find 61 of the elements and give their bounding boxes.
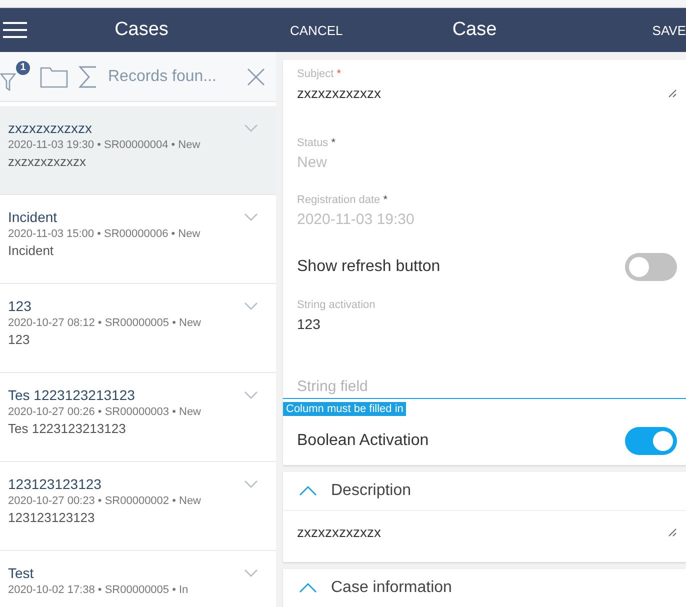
section-header[interactable]: Description	[283, 472, 686, 511]
save-button[interactable]: SAVE	[652, 22, 686, 38]
chevron-down-icon[interactable]	[244, 124, 258, 132]
resize-grip-icon[interactable]	[667, 88, 677, 98]
error-message: Column must be filled in	[283, 402, 406, 416]
filter-count-badge: 1	[16, 60, 30, 74]
field-label: String activation	[297, 299, 376, 311]
case-title: 123	[8, 298, 32, 314]
input-field: 2020-11-03 19:30	[297, 206, 677, 237]
sum-icon[interactable]	[78, 64, 98, 88]
section-title: Description	[331, 482, 412, 500]
section-title: Case information	[331, 579, 452, 597]
case-meta: 2020-10-27 00:23 • SR00000002 • New	[8, 495, 202, 507]
cancel-button[interactable]: CANCEL	[290, 22, 343, 38]
field-label: Status *	[297, 137, 337, 149]
field-label: Subject *	[297, 68, 342, 80]
input-field: New	[297, 149, 677, 180]
case-list-item[interactable]: 123123123123 2020-10-27 00:23 • SR00000002 • New 123123123123	[0, 462, 276, 551]
input-field[interactable]: 123	[297, 311, 677, 350]
resize-grip-icon[interactable]	[667, 527, 677, 537]
section-header[interactable]: Case information	[283, 569, 686, 607]
toggle-label: Show refresh button	[297, 258, 440, 276]
case-title: Tes 1223123213123	[8, 387, 135, 403]
chevron-down-icon[interactable]	[244, 391, 258, 399]
case-title: Test	[8, 565, 34, 581]
case-list-item[interactable]: Incident 2020-11-03 15:00 • SR00000006 • New Incident	[0, 195, 276, 284]
case-description: Tes 1223123213123	[8, 421, 127, 436]
case-description: Incident	[8, 243, 55, 258]
case-meta: 2020-11-03 19:30 • SR00000004 • New	[8, 139, 202, 151]
case-title: 123123123123	[8, 476, 102, 492]
chevron-down-icon[interactable]	[244, 213, 258, 221]
list-title: Cases	[114, 19, 170, 41]
toggle-label: Boolean Activation	[297, 432, 429, 450]
case-list-item[interactable]: Tes 1223123213123 2020-10-27 00:26 • SR00000003 • New Tes 1223123213123	[0, 373, 276, 462]
close-icon[interactable]	[246, 66, 266, 86]
case-meta: 2020-10-27 08:12 • SR00000005 • New	[8, 317, 202, 329]
records-found-text: Records foun...	[108, 68, 218, 86]
case-meta: 2020-10-27 00:26 • SR00000003 • New	[8, 406, 202, 418]
case-description: 123123123123	[8, 510, 96, 525]
chevron-down-icon[interactable]	[244, 302, 258, 310]
chevron-down-icon[interactable]	[244, 480, 258, 488]
case-description: 123	[8, 332, 31, 347]
case-list-item[interactable]: zxzxzxzxzxzx 2020-11-03 19:30 • SR00000004 • New zxzxzxzxzxzx	[0, 106, 276, 195]
description-field[interactable]: zxzxzxzxzxzx	[297, 519, 677, 558]
case-title: Incident	[8, 209, 58, 225]
chevron-down-icon[interactable]	[244, 569, 258, 577]
case-title: zxzxzxzxzxzx	[8, 120, 92, 136]
menu-icon[interactable]	[3, 21, 27, 39]
chevron-up-icon[interactable]	[299, 486, 317, 496]
toggle-switch[interactable]	[625, 427, 677, 455]
case-description: zxzxzxzxzxzx	[8, 154, 87, 169]
case-list-item[interactable]: 123 2020-10-27 08:12 • SR00000005 • New 123	[0, 284, 276, 373]
case-meta: 2020-10-02 17:38 • SR00000005 • In	[8, 584, 190, 596]
toggle-switch[interactable]	[625, 253, 677, 281]
folder-icon[interactable]	[40, 66, 68, 88]
case-list-item[interactable]: Test 2020-10-02 17:38 • SR00000005 • In	[0, 551, 276, 607]
input-field[interactable]: zxzxzxzxzxzx	[297, 80, 677, 123]
case-meta: 2020-11-03 15:00 • SR00000006 • New	[8, 228, 202, 240]
chevron-up-icon[interactable]	[299, 583, 317, 593]
page-title: Case	[451, 19, 498, 41]
field-label: Registration date *	[297, 194, 389, 206]
